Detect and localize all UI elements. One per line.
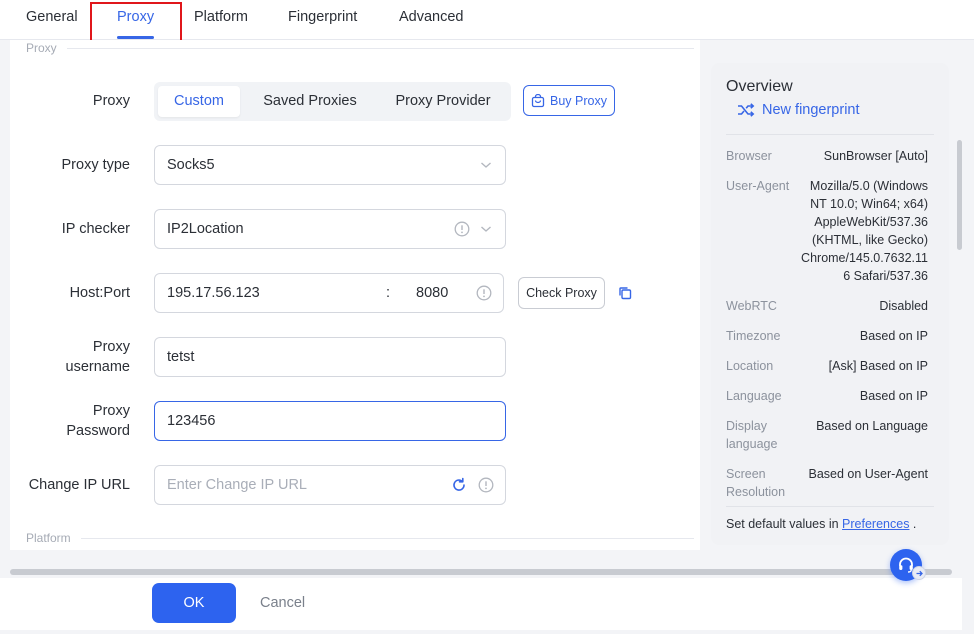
password-label: Proxy Password: [66, 403, 130, 439]
overview-panel: Overview New fingerprint Browser SunBrow…: [711, 63, 949, 545]
section-label-proxy: Proxy: [26, 41, 67, 55]
overview-scrollbar[interactable]: [957, 140, 962, 250]
refresh-icon[interactable]: [451, 477, 467, 493]
segment-custom[interactable]: Custom: [158, 86, 240, 117]
ip-checker-label: IP checker: [61, 221, 130, 237]
overview-key-webrtc: WebRTC: [726, 299, 777, 313]
chevron-down-icon: [481, 226, 491, 232]
shopping-bag-icon: [531, 93, 545, 107]
overview-key-language: Language: [726, 389, 782, 403]
password-value: 123456: [167, 413, 216, 429]
arrow-right-icon: [916, 570, 923, 577]
info-circle-icon[interactable]: [478, 477, 494, 493]
overview-footer: Set default values in Preferences .: [726, 517, 917, 531]
tab-fingerprint[interactable]: Fingerprint: [288, 0, 357, 40]
section-label-platform: Platform: [26, 531, 81, 545]
buy-proxy-button[interactable]: Buy Proxy: [523, 85, 615, 116]
proxy-type-select[interactable]: Socks5: [154, 145, 506, 185]
ip-checker-value: IP2Location: [167, 221, 244, 237]
ok-button[interactable]: OK: [152, 583, 236, 623]
overview-key-location: Location: [726, 359, 774, 373]
action-bar: [0, 578, 962, 630]
check-proxy-button[interactable]: Check Proxy: [518, 277, 605, 309]
overview-title: Overview: [726, 78, 793, 95]
username-label: Proxy username: [65, 339, 130, 375]
new-fingerprint-label: New fingerprint: [762, 102, 860, 118]
info-circle-icon[interactable]: [476, 285, 492, 301]
host-port-label: Host:Port: [69, 285, 130, 301]
proxy-type-label: Proxy type: [61, 157, 131, 173]
host-port-separator: :: [386, 285, 391, 301]
username-input[interactable]: tetst: [154, 337, 506, 377]
host-port-field: 195.17.56.123 : 8080: [154, 273, 504, 313]
shuffle-icon: [738, 103, 755, 117]
ip-checker-select[interactable]: IP2Location: [154, 209, 506, 249]
copy-icon[interactable]: [618, 286, 632, 300]
tab-proxy[interactable]: Proxy: [117, 0, 154, 40]
overview-value-user-agent: Mozilla/5.0 (Windows NT 10.0; Win64; x64…: [801, 179, 928, 283]
overview-value-timezone: Based on IP: [859, 329, 928, 343]
tab-bar: General Proxy Platform Fingerprint Advan…: [0, 0, 974, 40]
section-divider: [26, 538, 694, 539]
overview-value-screen-resolution: Based on User-Agent: [808, 467, 928, 481]
info-circle-icon[interactable]: [454, 221, 470, 237]
segment-saved-proxies[interactable]: Saved Proxies: [250, 86, 370, 117]
segment-proxy-provider[interactable]: Proxy Provider: [380, 86, 506, 117]
chevron-down-icon: [481, 162, 491, 168]
change-ip-url-label: Change IP URL: [28, 477, 130, 493]
section-divider: [26, 48, 694, 49]
overview-key-screen-resolution: Screen Resolution: [726, 467, 786, 499]
preferences-link[interactable]: Preferences: [842, 517, 909, 531]
tab-advanced[interactable]: Advanced: [399, 0, 464, 40]
change-ip-url-input[interactable]: [167, 466, 437, 504]
overview-value-language: Based on IP: [859, 389, 928, 403]
new-fingerprint-button[interactable]: New fingerprint: [737, 102, 860, 118]
horizontal-scrollbar[interactable]: [10, 569, 952, 575]
active-tab-indicator: [117, 36, 154, 39]
proxy-source-segmented: Custom Saved Proxies Proxy Provider: [154, 82, 511, 121]
cancel-button[interactable]: Cancel: [260, 583, 305, 623]
overview-value-display-language: Based on Language: [816, 419, 928, 433]
overview-key-timezone: Timezone: [726, 329, 781, 343]
overview-divider: [726, 134, 934, 135]
proxy-type-value: Socks5: [167, 157, 215, 173]
support-badge: [912, 566, 926, 580]
port-input[interactable]: 8080: [416, 274, 448, 312]
overview-divider: [726, 506, 934, 507]
tab-general[interactable]: General: [26, 0, 78, 40]
tab-platform[interactable]: Platform: [194, 0, 248, 40]
username-value: tetst: [167, 349, 195, 365]
overview-key-browser: Browser: [726, 149, 772, 163]
overview-key-user-agent: User-Agent: [726, 179, 790, 193]
password-input[interactable]: 123456: [154, 401, 506, 441]
overview-value-browser: SunBrowser [Auto]: [823, 149, 928, 163]
host-input[interactable]: 195.17.56.123: [167, 274, 260, 312]
buy-proxy-label: Buy Proxy: [550, 93, 607, 108]
overview-key-display-language: Display language: [726, 419, 778, 451]
proxy-label: Proxy: [92, 93, 130, 109]
overview-value-webrtc: Disabled: [879, 299, 928, 313]
change-ip-url-field: [154, 465, 506, 505]
overview-value-location: [Ask] Based on IP: [828, 359, 928, 373]
